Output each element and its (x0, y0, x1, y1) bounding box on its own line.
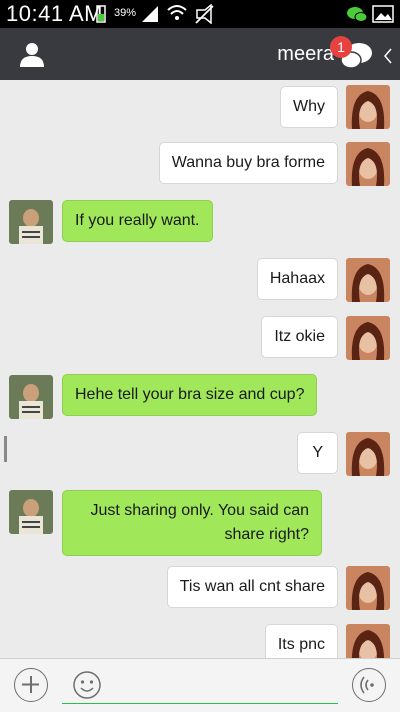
message-text: Wanna buy bra forme (171, 154, 325, 171)
message-bubble[interactable]: Itz okie (261, 316, 338, 358)
avatar[interactable] (346, 624, 390, 658)
wechat-notification-icon (347, 7, 368, 22)
message-bubble[interactable]: Tis wan all cnt share (166, 566, 338, 608)
message-bubble[interactable]: Its pnc (264, 624, 338, 658)
emoji-icon[interactable] (72, 670, 102, 700)
avatar[interactable] (346, 258, 390, 302)
add-button[interactable] (14, 668, 48, 702)
message-bubble[interactable]: Just sharing only. You said can share ri… (62, 490, 322, 556)
avatar[interactable] (9, 490, 53, 534)
wifi-icon (167, 5, 187, 20)
message-text: Why (293, 98, 325, 115)
status-time: 10:41 AM (6, 1, 103, 26)
battery-icon (96, 5, 106, 23)
avatar[interactable] (346, 316, 390, 360)
chat-header: meera 1 (0, 28, 400, 80)
message-bubble[interactable]: Y (297, 432, 338, 474)
plus-icon (22, 676, 39, 693)
message-text-line: Just sharing only. You said can (90, 502, 309, 519)
message-text-line: share right? (224, 526, 310, 543)
scroll-indicator (4, 436, 7, 462)
battery-percent: 39% (114, 7, 137, 19)
message-text: Itz okie (274, 328, 325, 345)
message-list[interactable]: Why Wanna buy bra forme If you really wa… (0, 80, 400, 658)
person-icon[interactable] (18, 40, 46, 68)
voice-button[interactable] (352, 668, 386, 702)
message-bubble[interactable]: Wanna buy bra forme (158, 142, 338, 184)
message-bubble[interactable]: Hehe tell your bra size and cup? (62, 374, 318, 416)
input-bar (0, 658, 400, 712)
avatar[interactable] (9, 200, 53, 244)
signal-icon (142, 6, 158, 22)
message-text: If you really want. (75, 212, 200, 229)
message-text: Tis wan all cnt share (179, 578, 325, 595)
avatar[interactable] (9, 375, 53, 419)
message-text: Hahaax (269, 270, 325, 287)
unread-badge: 1 (330, 36, 352, 58)
message-text: Its pnc (277, 636, 325, 653)
message-input[interactable] (62, 703, 338, 704)
avatar[interactable] (346, 432, 390, 476)
back-chevron-icon[interactable] (382, 48, 394, 64)
avatar[interactable] (346, 142, 390, 186)
message-bubble[interactable]: Why (280, 86, 338, 128)
gallery-notification-icon (372, 5, 394, 23)
message-text: Y (312, 444, 323, 461)
message-bubble[interactable]: If you really want. (62, 200, 213, 242)
vibrate-off-icon (195, 4, 214, 24)
status-bar: 10:41 AM 39% (0, 0, 400, 28)
voice-icon (360, 676, 374, 694)
message-bubble[interactable]: Hahaax (256, 258, 338, 300)
chat-title: meera (277, 43, 334, 65)
avatar[interactable] (346, 85, 390, 129)
message-text: Hehe tell your bra size and cup? (75, 386, 305, 403)
avatar[interactable] (346, 566, 390, 610)
